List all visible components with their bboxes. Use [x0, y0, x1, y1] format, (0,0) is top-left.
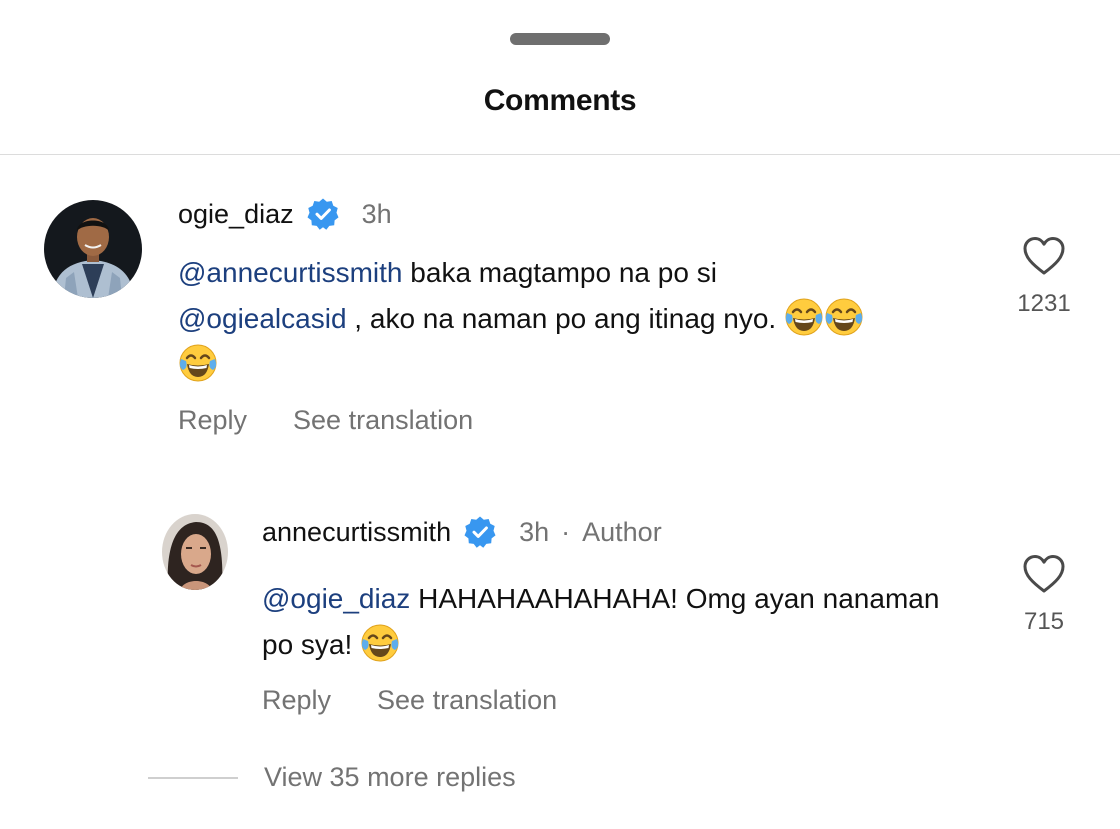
like-block: 1231 [1004, 236, 1084, 318]
mention-link[interactable]: @annecurtissmith [178, 257, 403, 288]
comment-actions: Reply See translation [178, 405, 473, 436]
comment-text-part: baka magtampo na po si [402, 257, 717, 288]
comment-time: 3h [519, 516, 550, 547]
mention-link[interactable]: @ogie_diaz [262, 583, 410, 614]
comment-text-part: , ako na naman po ang itinag nyo. [346, 303, 777, 334]
like-count: 1231 [1017, 290, 1071, 317]
view-more-label: View 35 more replies [264, 762, 516, 792]
verified-badge-icon [463, 515, 497, 549]
view-more-replies-button[interactable]: View 35 more replies [148, 762, 516, 793]
sheet-title: Comments [483, 84, 637, 117]
author-badge: Author [582, 516, 662, 547]
like-block: 715 [1004, 554, 1084, 636]
tears-of-joy-emoji [360, 623, 400, 663]
comment-time: 3h [361, 198, 392, 229]
reply-button[interactable]: Reply [178, 405, 247, 436]
avatar[interactable] [162, 514, 228, 590]
see-translation-button[interactable]: See translation [293, 405, 473, 436]
avatar[interactable] [44, 200, 142, 298]
heart-icon[interactable] [1022, 236, 1066, 276]
comment-header: ogie_diaz 3h [178, 197, 392, 231]
thread-line [148, 776, 238, 779]
like-count: 715 [1023, 608, 1065, 635]
comment-header: annecurtissmith 3h · Author [262, 515, 662, 549]
comment-text: @annecurtissmith baka magtampo na po si … [178, 250, 978, 388]
comment-username[interactable]: ogie_diaz [178, 199, 294, 230]
tears-of-joy-emoji [784, 297, 824, 337]
heart-icon[interactable] [1022, 554, 1066, 594]
drag-handle[interactable] [510, 33, 610, 45]
comment-username[interactable]: annecurtissmith [262, 517, 451, 548]
comment-actions: Reply See translation [262, 685, 557, 716]
comments-sheet: Comments ogie_diaz 3h @annecurtissmith b… [0, 0, 1120, 829]
mention-link[interactable]: @ogiealcasid [178, 303, 347, 334]
tears-of-joy-emoji [178, 343, 218, 383]
separator-dot: · [561, 516, 571, 547]
comment-text: @ogie_diaz HAHAHAAHAHAHA! Omg ayan nanam… [262, 576, 942, 668]
verified-badge-icon [306, 197, 340, 231]
see-translation-button[interactable]: See translation [377, 685, 557, 716]
header-divider [0, 154, 1120, 155]
reply-button[interactable]: Reply [262, 685, 331, 716]
tears-of-joy-emoji [824, 297, 864, 337]
